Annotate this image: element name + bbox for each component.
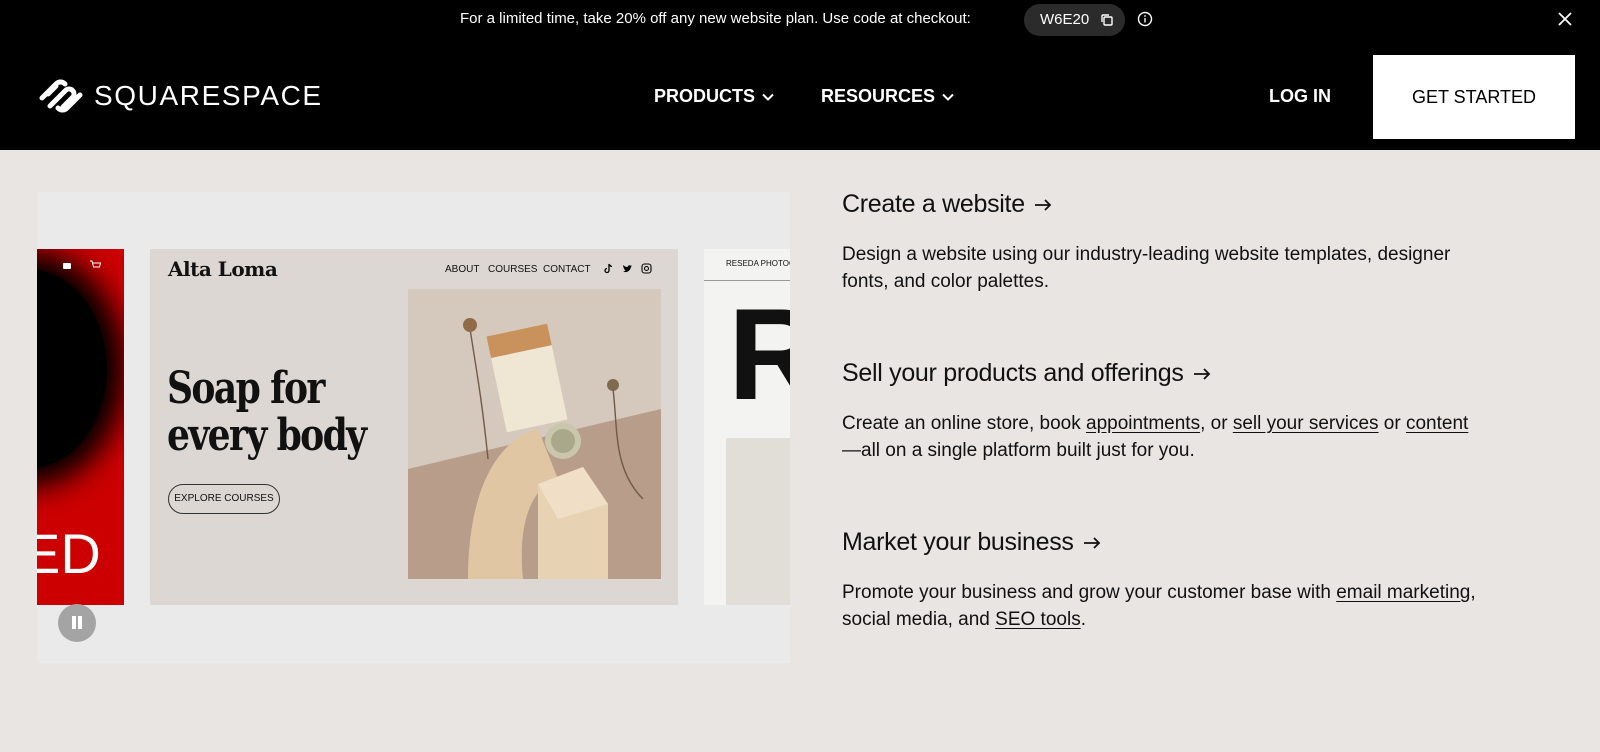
cart-icon [90,260,101,268]
chevron-down-icon [762,94,774,102]
headline-line-1: Soap for [167,363,325,414]
copy-icon [1101,14,1113,26]
nav-resources-label: RESOURCES [821,86,936,106]
reseda-label: RESEDA PHOTOGRAPHY [726,259,790,268]
content-link[interactable]: content [1406,413,1468,434]
feature-title: Create a website [842,190,1025,218]
nav-resources[interactable]: RESOURCES [821,86,955,107]
reseda-big-letter: R [728,281,790,427]
feature-title-link[interactable]: Market your business [842,528,1482,557]
arrow-right-icon [1034,199,1052,212]
promo-bar: For a limited time, take 20% off any new… [0,0,1600,38]
logo-text: SQUARESPACE [94,80,323,111]
pause-icon [72,616,76,629]
play-icon [63,263,71,269]
seo-tools-link[interactable]: SEO tools [995,609,1081,630]
arrow-right-icon [1083,537,1100,550]
desc-text: or [1378,413,1406,434]
headline-line-2: every body [167,410,367,461]
arrow-right-icon [1193,368,1210,381]
feature-market-business: Market your business Promote your busine… [842,528,1482,633]
promo-code: W6E20 [1040,11,1090,28]
card-left-text: ED [37,522,101,585]
appointments-link[interactable]: appointments [1086,413,1200,434]
chevron-down-icon [942,94,954,102]
tiktok-icon [604,263,613,274]
site-header: SQUARESPACE PRODUCTS RESOURCES LOG IN GE… [0,38,1600,150]
alta-loma-headline: Soap for every body [167,363,367,461]
desc-text: . [1080,609,1086,630]
alta-loma-nav-courses: COURSES [488,264,538,275]
desc-text: Create an online store, book [842,413,1086,434]
desc-text: Promote your business and grow your cust… [842,582,1337,603]
feature-description: Promote your business and grow your cust… [842,579,1482,633]
nav-products-label: PRODUCTS [654,86,756,106]
get-started-button[interactable]: GET STARTED [1373,55,1575,139]
email-marketing-link[interactable]: email marketing [1336,582,1470,603]
squarespace-logo-icon [39,79,83,113]
promo-code-button[interactable]: W6E20 [1024,4,1125,36]
pause-icon-bar [78,616,82,629]
feature-description: Create an online store, book appointment… [842,410,1482,464]
alta-loma-brand: Alta Loma [168,257,278,281]
twitter-icon [623,265,632,273]
feature-title: Sell your products and offerings [842,359,1184,387]
template-card-left[interactable]: ED [37,249,124,605]
desc-text: , or [1200,413,1233,434]
sell-services-link[interactable]: sell your services [1233,413,1379,434]
explore-courses-button: EXPLORE COURSES [168,484,280,514]
alta-loma-nav-contact: CONTACT [543,264,591,275]
template-card-alta-loma[interactable]: Alta Loma ABOUT COURSES CONTACT Soap for… [150,249,678,605]
decorative-blob [37,269,107,469]
feature-description: Design a website using our industry-lead… [842,244,1451,292]
soap-photo-illustration [408,289,661,579]
close-icon[interactable] [1557,11,1573,27]
feature-create-website: Create a website Design a website using … [842,190,1482,295]
feature-title-link[interactable]: Create a website [842,190,1482,219]
soap-product-photo [408,289,661,579]
login-link[interactable]: LOG IN [1269,86,1331,107]
desc-text: —all on a single platform built just for… [842,440,1195,461]
feature-sell-products: Sell your products and offerings Create … [842,359,1482,464]
promo-text: For a limited time, take 20% off any new… [460,10,971,27]
alta-loma-nav-about: ABOUT [445,264,480,275]
squarespace-logo[interactable]: SQUARESPACE [36,74,321,118]
reseda-image-block [726,438,790,605]
info-icon[interactable] [1137,11,1153,27]
nav-products[interactable]: PRODUCTS [654,86,775,107]
instagram-icon [641,263,652,274]
template-card-reseda[interactable]: RESEDA PHOTOGRAPHY R [704,249,790,605]
feature-title-link[interactable]: Sell your products and offerings [842,359,1482,388]
feature-title: Market your business [842,528,1074,556]
template-carousel: ED Alta Loma ABOUT COURSES CONTACT Soap … [37,192,790,663]
pause-button[interactable] [58,604,96,642]
